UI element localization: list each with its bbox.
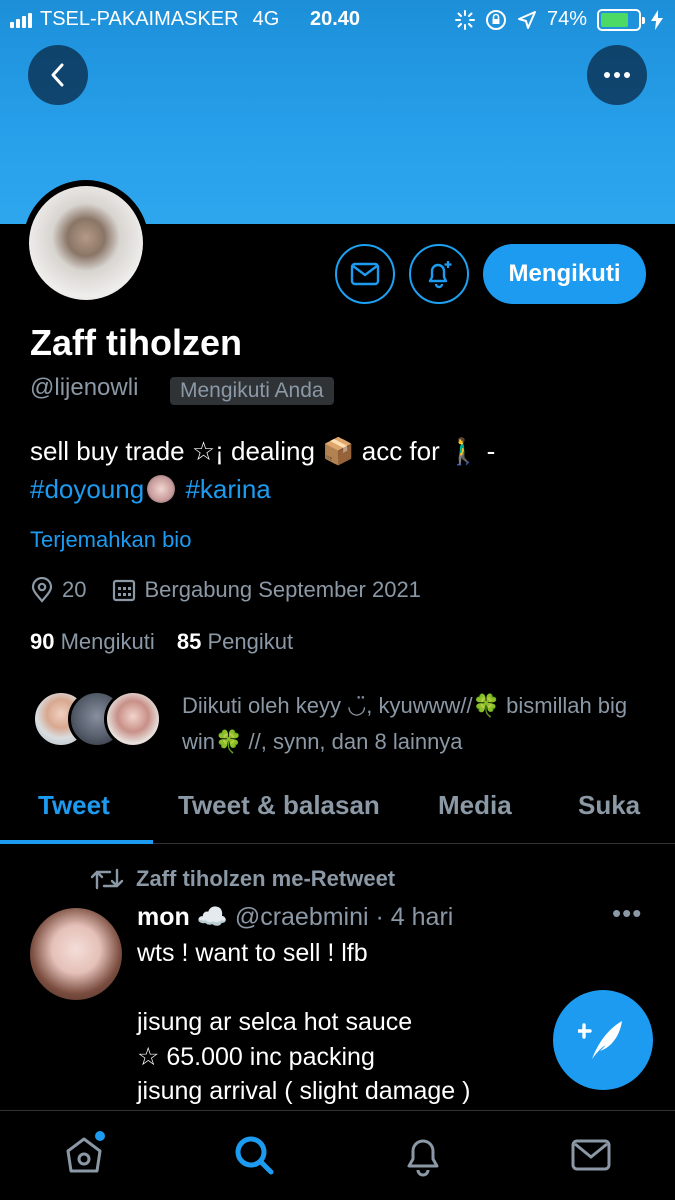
joined-date: Bergabung September 2021 xyxy=(144,577,421,602)
bell-plus-icon xyxy=(428,261,452,289)
nav-notifications[interactable] xyxy=(401,1133,445,1177)
carrier-name: TSEL-PAKAIMASKER xyxy=(40,8,239,30)
location-pin-icon xyxy=(31,577,53,603)
followers-label: Pengikut xyxy=(207,629,294,654)
profile-tabs: Tweet Tweet & balasan Media Suka xyxy=(0,776,675,844)
retweet-label-text: Zaff tiholzen me-Retweet xyxy=(136,866,396,891)
nav-messages[interactable] xyxy=(569,1133,613,1177)
tab-media[interactable]: Media xyxy=(438,790,512,821)
tweet-author-name[interactable]: mon ☁️ xyxy=(137,903,228,931)
compose-quill-icon xyxy=(578,1021,622,1059)
network-type: 4G xyxy=(252,8,280,30)
following-button[interactable]: Mengikuti xyxy=(483,244,646,304)
retweet-label: Zaff tiholzen me-Retweet xyxy=(90,866,395,892)
signal-icon xyxy=(10,12,32,28)
followed-by-row[interactable]: Diikuti oleh keyy ◡̈, kyuwww//🍀 bismilla… xyxy=(32,688,652,758)
profile-handle: @lijenowli xyxy=(30,374,139,401)
back-button[interactable] xyxy=(28,45,88,105)
hashtag-karina[interactable]: #karina xyxy=(185,474,270,504)
battery-percent: 74% xyxy=(546,8,587,30)
retweet-icon xyxy=(90,868,124,890)
more-horizontal-icon xyxy=(604,72,630,78)
profile-name: Zaff tiholzen xyxy=(30,322,242,363)
followers-count-link[interactable]: 85 Pengikut xyxy=(177,629,293,654)
calendar-icon xyxy=(113,579,136,602)
rotation-lock-icon xyxy=(485,9,506,30)
followers-count: 85 xyxy=(176,629,202,654)
mail-icon xyxy=(350,262,380,286)
follow-counts: 90 Mengikuti 85 Pengikut xyxy=(30,629,293,655)
bell-icon xyxy=(407,1139,439,1177)
location-text: 20 xyxy=(62,577,87,602)
hashtag-doyoung[interactable]: #doyoung xyxy=(30,474,144,504)
mail-icon xyxy=(571,1139,611,1171)
follows-you-badge: Mengikuti Anda xyxy=(170,377,334,405)
profile-bio: sell buy trade ☆¡ dealing 📦 acc for 🚶‍♂️… xyxy=(30,432,650,508)
chevron-left-icon xyxy=(51,63,64,87)
tweet-meta: @craebmini · 4 hari xyxy=(234,903,454,931)
compose-tweet-button[interactable] xyxy=(553,990,653,1090)
status-bar: TSEL-PAKAIMASKER 4G 20.40 74% xyxy=(0,0,675,40)
bottom-navigation xyxy=(0,1110,675,1200)
profile-emoji-image xyxy=(147,475,176,503)
follower-avatar xyxy=(104,690,162,748)
charging-icon xyxy=(651,9,663,30)
more-options-button[interactable] xyxy=(587,45,647,105)
tweet-more-icon[interactable]: ••• xyxy=(612,898,642,929)
translate-bio-link[interactable]: Terjemahkan bio xyxy=(30,527,191,553)
followed-by-text: Diikuti oleh keyy ◡̈, kyuwww//🍀 bismilla… xyxy=(182,693,628,754)
profile-avatar[interactable] xyxy=(23,180,149,306)
tab-tweet-replies[interactable]: Tweet & balasan xyxy=(178,790,380,821)
tweet-author-avatar[interactable] xyxy=(30,908,122,1000)
search-icon xyxy=(235,1136,274,1175)
bio-text: sell buy trade ☆¡ dealing 📦 acc for 🚶‍♂️… xyxy=(30,436,496,466)
tweet-header: mon ☁️ @craebmini · 4 hari xyxy=(137,903,453,932)
nav-search[interactable] xyxy=(232,1133,276,1177)
active-tab-indicator xyxy=(0,840,153,844)
following-count-link[interactable]: 90 Mengikuti xyxy=(30,629,155,654)
new-content-dot xyxy=(95,1131,105,1141)
battery-icon xyxy=(597,8,645,31)
tab-likes[interactable]: Suka xyxy=(578,790,640,821)
following-count: 90 xyxy=(30,629,55,654)
brightness-icon xyxy=(454,9,475,30)
notify-button[interactable] xyxy=(409,244,469,304)
tab-tweet[interactable]: Tweet xyxy=(38,790,110,821)
following-label: Mengikuti xyxy=(60,629,155,654)
profile-meta: 20 Bergabung September 2021 xyxy=(30,577,421,603)
location-arrow-icon xyxy=(517,10,536,29)
clock: 20.40 xyxy=(310,8,361,30)
message-button[interactable] xyxy=(335,244,395,304)
